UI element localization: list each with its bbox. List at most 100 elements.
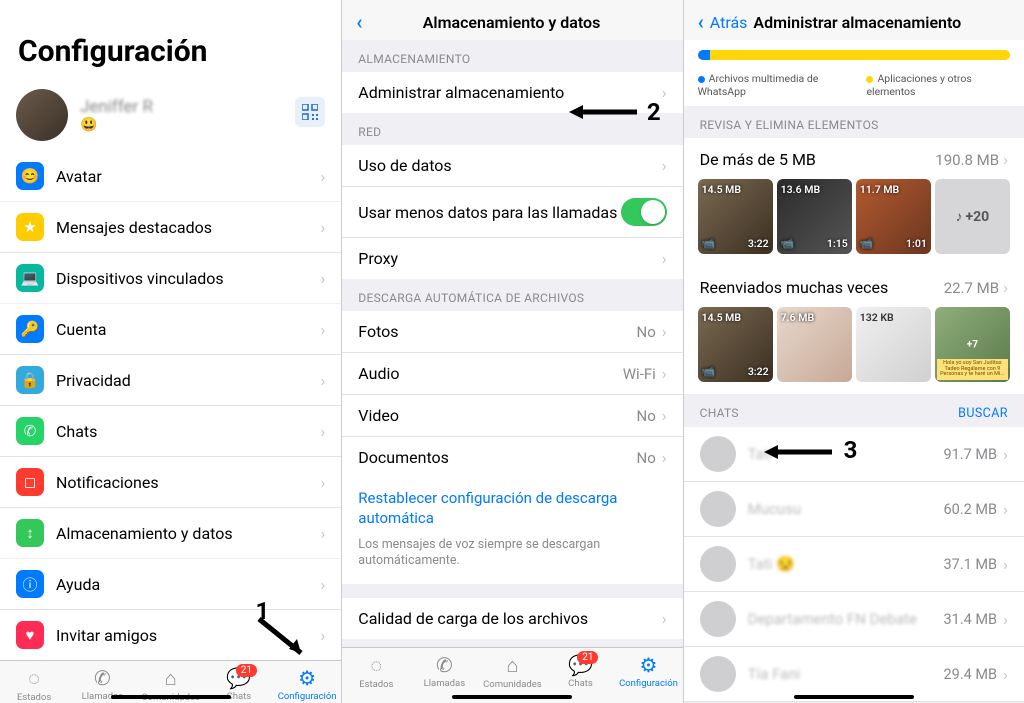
chevron-right-icon: › (1003, 610, 1008, 629)
search-link[interactable]: BUSCAR (958, 406, 1008, 421)
row-linked-devices[interactable]: 💻 Dispositivos vinculados › (0, 253, 341, 303)
row-audio[interactable]: Audio Wi-Fi › (342, 353, 682, 395)
row-account[interactable]: 🔑 Cuenta › (0, 304, 341, 355)
header-title: Almacenamiento y datos (369, 13, 655, 32)
tab-configuracion[interactable]: ⚙Configuración (273, 666, 341, 702)
lock-icon: 🔒 (16, 366, 44, 394)
chevron-right-icon: › (320, 473, 325, 492)
home-indicator (794, 695, 914, 699)
screen-storage-data: ‹ Almacenamiento y datos Almacenamiento … (341, 0, 682, 703)
row-notifications[interactable]: ◻ Notificaciones › (0, 457, 341, 508)
media-thumb[interactable]: 14.5 MB📹3:22 (698, 179, 773, 254)
info-icon: ⓘ (16, 570, 44, 598)
row-upload-quality[interactable]: Calidad de carga de los archivos › (342, 598, 682, 639)
chat-avatar-icon (700, 546, 736, 582)
chevron-right-icon: › (1003, 555, 1008, 574)
chevron-right-icon: › (1003, 500, 1008, 519)
back-label[interactable]: Atrás (710, 13, 748, 32)
tab-llamadas[interactable]: ✆Llamadas (410, 653, 478, 689)
row-storage[interactable]: ↕ Almacenamiento y datos › (0, 508, 341, 558)
chevron-right-icon: › (320, 524, 325, 543)
row-photos[interactable]: Fotos No › (342, 311, 682, 353)
media-thumb[interactable]: 11.7 MB📹1:01 (856, 179, 931, 254)
storage-legend: Archivos multimedia de WhatsApp Aplicaci… (684, 66, 1024, 106)
chat-avatar-icon (700, 436, 736, 472)
row-data-usage[interactable]: Uso de datos › (342, 145, 682, 187)
chevron-right-icon: › (662, 364, 667, 383)
row-chats[interactable]: ✆ Chats › (0, 406, 341, 457)
chevron-right-icon: › (320, 269, 325, 288)
profile-row[interactable]: Jeniffer R 😃 (0, 79, 341, 151)
row-video[interactable]: Video No › (342, 395, 682, 437)
dot-icon (866, 76, 873, 83)
section-autodl-header: Descarga automática de archivos (342, 279, 682, 311)
row-low-data-calls[interactable]: Usar menos datos para las llamadas (342, 187, 682, 238)
low-data-toggle[interactable] (621, 198, 667, 226)
row-privacy[interactable]: 🔒 Privacidad › (0, 355, 341, 406)
chat-avatar-icon (700, 491, 736, 527)
annotation-1: 1 (256, 597, 270, 625)
back-button[interactable]: ‹ (698, 10, 704, 34)
reset-autodl-link[interactable]: Restablecer configuración de descarga au… (342, 478, 682, 533)
gear-icon: ⚙ (640, 653, 658, 677)
chat-row[interactable]: Tati 😒 37.1 MB › (684, 537, 1024, 592)
tab-configuracion[interactable]: ⚙Configuración (614, 653, 682, 689)
tab-estados[interactable]: ◌Estados (0, 666, 68, 703)
arrow-icon (764, 440, 834, 464)
tab-comunidades[interactable]: ⌂Comunidades (478, 653, 546, 690)
chevron-right-icon: › (1003, 278, 1008, 297)
video-icon: 📹 (781, 237, 795, 250)
media-thumb[interactable]: 132 KB (856, 307, 931, 382)
laptop-icon: 💻 (16, 264, 44, 292)
media-thumb-more[interactable]: +7 Hola yo soy San Juditas Tadeo Regálam… (935, 307, 1010, 382)
qr-code-button[interactable] (295, 97, 325, 127)
chevron-right-icon: › (662, 322, 667, 341)
storage-bar (698, 50, 1010, 60)
chevron-right-icon: › (662, 249, 667, 268)
tab-estados[interactable]: ◌Estados (342, 653, 410, 690)
chevron-right-icon: › (320, 167, 325, 186)
chevron-right-icon: › (320, 218, 325, 237)
screen-settings: Configuración Jeniffer R 😃 😊 Avatar › ★ … (0, 0, 341, 703)
chevron-right-icon: › (1003, 150, 1008, 169)
chevron-right-icon: › (320, 422, 325, 441)
chevron-right-icon: › (320, 320, 325, 339)
row-forwarded-many[interactable]: Reenviados muchas veces 22.7 MB › (684, 266, 1024, 307)
storage-whatsapp-segment (698, 50, 710, 60)
media-thumb-more[interactable]: ♪+20 (935, 179, 1010, 254)
row-documents[interactable]: Documentos No › (342, 437, 682, 478)
storage-icon: ↕ (16, 519, 44, 547)
row-avatar[interactable]: 😊 Avatar › (0, 151, 341, 201)
screen-manage-storage: ‹ Atrás Administrar almacenamiento Archi… (683, 0, 1024, 703)
key-icon: 🔑 (16, 315, 44, 343)
media-thumb[interactable]: 14.5 MB📹3:22 (698, 307, 773, 382)
row-starred[interactable]: ★ Mensajes destacados › (0, 202, 341, 253)
gear-icon: ⚙ (298, 666, 316, 690)
arrow-icon (569, 100, 639, 124)
chevron-right-icon: › (662, 448, 667, 467)
media-thumb[interactable]: 13.6 MB📹1:15 (777, 179, 852, 254)
people-icon: ⌂ (506, 653, 518, 678)
back-button[interactable]: ‹ (356, 10, 362, 34)
chevron-right-icon: › (662, 609, 667, 628)
row-larger-than-5mb[interactable]: De más de 5 MB 190.8 MB › (684, 138, 1024, 179)
video-icon: 📹 (860, 237, 874, 250)
page-title: Configuración (0, 0, 341, 79)
chat-row[interactable]: Tía Fani 29.4 MB › (684, 647, 1024, 702)
annotation-3: 3 (844, 436, 858, 464)
chevron-right-icon: › (662, 406, 667, 425)
tab-bar: ◌Estados ✆Llamadas ⌂Comunidades 💬21Chats… (342, 647, 682, 703)
media-thumb[interactable]: 7.6 MB (777, 307, 852, 382)
chevron-right-icon: › (320, 575, 325, 594)
chevron-right-icon: › (320, 371, 325, 390)
header-title: Administrar almacenamiento (753, 13, 961, 32)
row-help[interactable]: ⓘ Ayuda › (0, 559, 341, 610)
home-indicator (452, 695, 572, 699)
chat-row[interactable]: Departamento FN Debate 31.4 MB › (684, 592, 1024, 647)
tab-chats[interactable]: 💬21Chats (546, 653, 614, 689)
row-proxy[interactable]: Proxy › (342, 238, 682, 279)
chat-avatar-icon (700, 656, 736, 692)
chat-row[interactable]: Mucusu 60.2 MB › (684, 482, 1024, 537)
avatar-icon: 😊 (16, 162, 44, 190)
large-thumbs: 14.5 MB📹3:22 13.6 MB📹1:15 11.7 MB📹1:01 ♪… (684, 179, 1024, 266)
